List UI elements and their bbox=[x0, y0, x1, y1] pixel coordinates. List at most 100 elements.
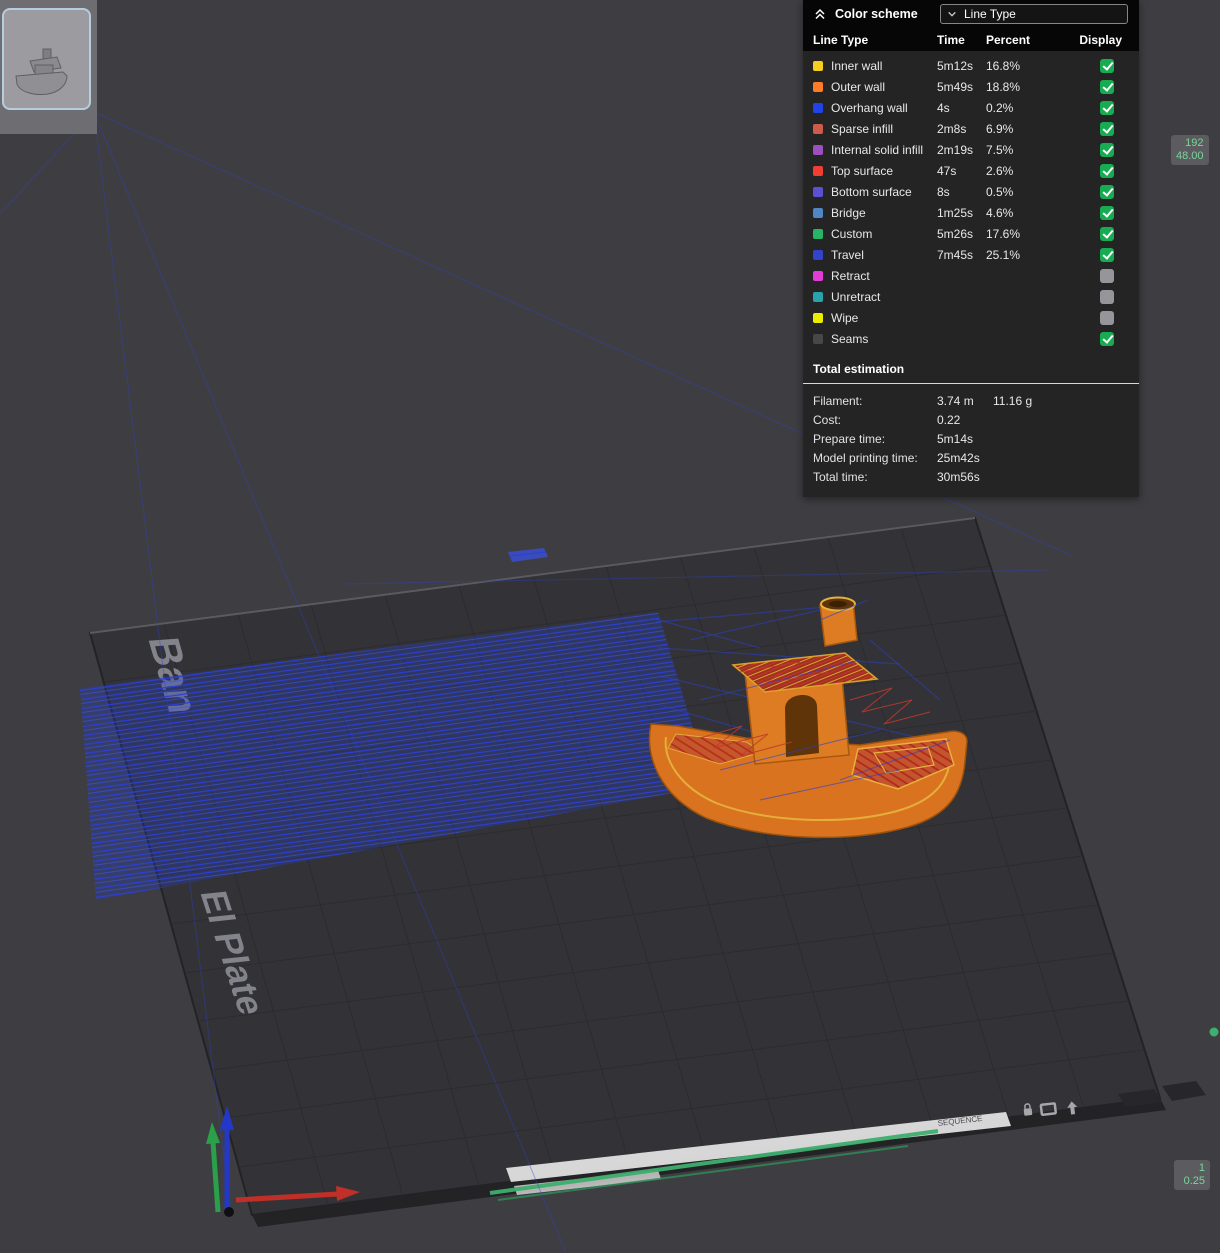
line-type-color-swatch bbox=[813, 60, 823, 71]
display-checkbox[interactable] bbox=[1100, 205, 1114, 220]
table-row: Top surface 47s 2.6% bbox=[813, 160, 1125, 181]
display-checkbox[interactable] bbox=[1100, 310, 1114, 325]
line-type-label: Bridge bbox=[831, 205, 866, 220]
line-type-color-swatch bbox=[813, 81, 823, 92]
display-checkbox[interactable] bbox=[1100, 100, 1114, 115]
line-type-label: Bottom surface bbox=[831, 184, 912, 199]
table-row: Unretract bbox=[813, 286, 1125, 307]
layer-slider-handle[interactable] bbox=[1209, 1027, 1219, 1037]
line-type-label: Top surface bbox=[831, 163, 894, 178]
col-display: Display bbox=[1079, 32, 1122, 47]
layer-slider-badge: 192 48.00 bbox=[1171, 135, 1209, 165]
line-type-percent: 0.5% bbox=[986, 184, 1014, 199]
line-type-time: 5m26s bbox=[937, 226, 974, 241]
line-type-percent: 0.2% bbox=[986, 100, 1014, 115]
line-type-time: 2m8s bbox=[937, 121, 967, 136]
line-type-color-swatch bbox=[813, 249, 823, 260]
prime-object bbox=[508, 548, 548, 562]
color-scheme-panel: Color scheme Line Type Line Type Time Pe… bbox=[803, 0, 1139, 497]
display-checkbox[interactable] bbox=[1100, 289, 1114, 304]
display-checkbox[interactable] bbox=[1100, 247, 1114, 262]
display-checkbox[interactable] bbox=[1100, 268, 1114, 283]
line-type-color-swatch bbox=[813, 186, 823, 197]
table-row: Custom 5m26s 17.6% bbox=[813, 223, 1125, 244]
double-chevron-up-icon[interactable] bbox=[813, 7, 827, 21]
total-row: Prepare time: 5m14s bbox=[813, 429, 1125, 448]
line-type-time: 5m12s bbox=[937, 58, 974, 73]
total-label: Total time: bbox=[813, 469, 868, 484]
total-row: Filament: 3.74 m 11.16 g bbox=[813, 391, 1125, 410]
line-type-percent: 2.6% bbox=[986, 163, 1014, 178]
plate-thumbnail[interactable] bbox=[2, 8, 91, 110]
plate-thumbnail-strip bbox=[0, 0, 97, 134]
total-value: 5m14s bbox=[937, 431, 974, 446]
line-type-color-swatch bbox=[813, 333, 823, 344]
total-value: 30m56s bbox=[937, 469, 980, 484]
line-type-time: 2m19s bbox=[937, 142, 974, 157]
total-label: Filament: bbox=[813, 393, 863, 408]
line-type-label: Overhang wall bbox=[831, 100, 908, 115]
line-type-label: Seams bbox=[831, 331, 869, 346]
table-row: Bottom surface 8s 0.5% bbox=[813, 181, 1125, 202]
table-row: Internal solid infill 2m19s 7.5% bbox=[813, 139, 1125, 160]
display-checkbox[interactable] bbox=[1100, 79, 1114, 94]
line-type-label: Inner wall bbox=[831, 58, 883, 73]
col-percent: Percent bbox=[986, 32, 1031, 47]
display-checkbox[interactable] bbox=[1100, 184, 1114, 199]
table-row: Sparse infill 2m8s 6.9% bbox=[813, 118, 1125, 139]
benchy-doorway bbox=[785, 694, 819, 757]
table-row: Outer wall 5m49s 18.8% bbox=[813, 76, 1125, 97]
total-estimation-heading: Total estimation bbox=[813, 362, 905, 376]
total-estimation: Filament: 3.74 m 11.16 g Cost: 0.22 Prep… bbox=[803, 384, 1139, 497]
plate-handle-cutout-2 bbox=[1162, 1081, 1206, 1101]
display-checkbox[interactable] bbox=[1100, 142, 1114, 157]
line-type-percent: 4.6% bbox=[986, 205, 1014, 220]
col-time: Time bbox=[937, 32, 965, 47]
line-type-color-swatch bbox=[813, 165, 823, 176]
table-row: Wipe bbox=[813, 307, 1125, 328]
benchy-thumbnail-icon bbox=[15, 48, 68, 95]
step-value: 0.25 bbox=[1183, 1175, 1205, 1187]
line-type-color-swatch bbox=[813, 207, 823, 218]
line-type-color-swatch bbox=[813, 102, 823, 113]
table-row: Overhang wall 4s 0.2% bbox=[813, 97, 1125, 118]
dropdown-value: Line Type bbox=[964, 7, 1016, 21]
line-type-label: Outer wall bbox=[831, 79, 886, 94]
line-type-color-swatch bbox=[813, 144, 823, 155]
step-slider-badge: 1 0.25 bbox=[1174, 1160, 1210, 1190]
line-type-label: Custom bbox=[831, 226, 873, 241]
y-axis-head bbox=[206, 1122, 220, 1144]
display-checkbox[interactable] bbox=[1100, 226, 1114, 241]
line-type-percent: 6.9% bbox=[986, 121, 1014, 136]
view-type-dropdown[interactable]: Line Type bbox=[940, 4, 1128, 24]
total-value: 25m42s bbox=[937, 450, 980, 465]
total-value: 0.22 bbox=[937, 412, 961, 427]
line-type-label: Sparse infill bbox=[831, 121, 894, 136]
display-checkbox[interactable] bbox=[1100, 58, 1114, 73]
line-type-label: Retract bbox=[831, 268, 870, 283]
line-type-color-swatch bbox=[813, 291, 823, 302]
total-row: Cost: 0.22 bbox=[813, 410, 1125, 429]
table-row: Travel 7m45s 25.1% bbox=[813, 244, 1125, 265]
line-type-time: 4s bbox=[937, 100, 950, 115]
table-row: Bridge 1m25s 4.6% bbox=[813, 202, 1125, 223]
layer-number: 192 bbox=[1185, 137, 1204, 149]
panel-header: Color scheme Line Type bbox=[803, 0, 1139, 28]
line-type-percent: 18.8% bbox=[986, 79, 1021, 94]
display-checkbox[interactable] bbox=[1100, 121, 1114, 136]
line-type-time: 8s bbox=[937, 184, 950, 199]
line-type-percent: 25.1% bbox=[986, 247, 1021, 262]
line-type-time: 7m45s bbox=[937, 247, 974, 262]
benchy-chimney-hole bbox=[829, 600, 847, 608]
display-checkbox[interactable] bbox=[1100, 163, 1114, 178]
line-type-label: Unretract bbox=[831, 289, 881, 304]
line-type-table: Inner wall 5m12s 16.8% Outer wall 5m49s … bbox=[803, 51, 1139, 351]
display-checkbox[interactable] bbox=[1100, 331, 1114, 346]
line-type-color-swatch bbox=[813, 270, 823, 281]
step-number: 1 bbox=[1198, 1162, 1205, 1174]
panel-title: Color scheme bbox=[835, 7, 918, 21]
line-type-color-swatch bbox=[813, 312, 823, 323]
line-type-label: Internal solid infill bbox=[831, 142, 924, 157]
table-row: Inner wall 5m12s 16.8% bbox=[813, 55, 1125, 76]
table-row: Retract bbox=[813, 265, 1125, 286]
